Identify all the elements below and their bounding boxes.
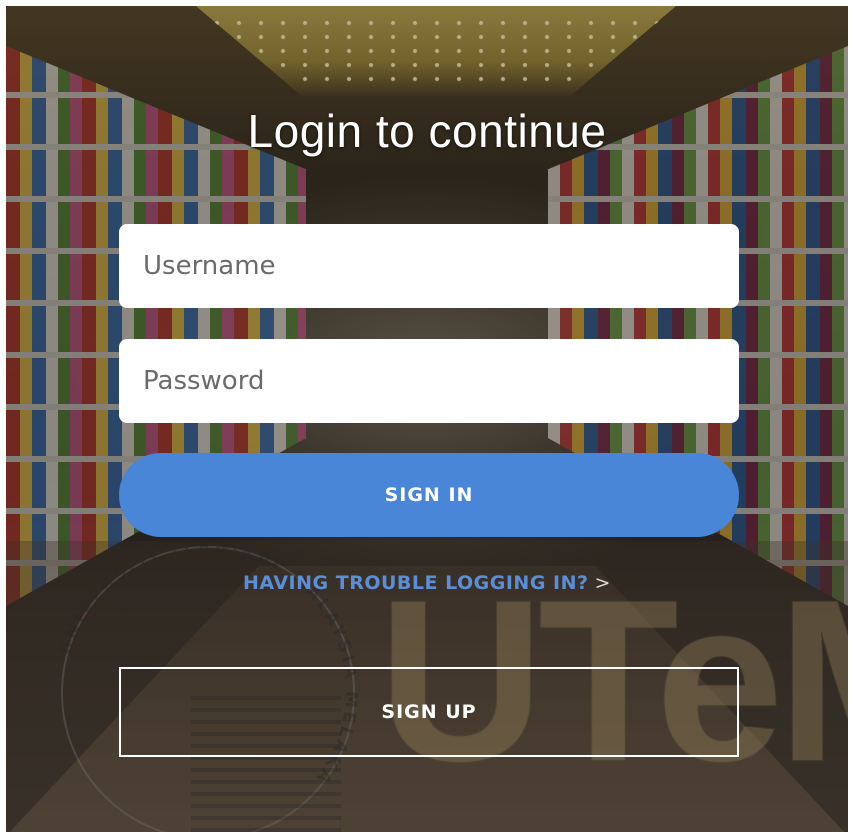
sign-in-button-label: SIGN IN [384, 484, 474, 506]
trouble-logging-in-link[interactable]: HAVING TROUBLE LOGGING IN? > [6, 572, 848, 594]
page-title: Login to continue [247, 105, 607, 157]
login-screen: UNIVERSITI TEKNIKAL MALAYSIA MELAKA UTeM… [6, 6, 848, 832]
username-input[interactable] [119, 224, 739, 308]
login-form: Login to continue SIGN IN HAVING TROUBLE… [6, 6, 848, 832]
sign-in-button[interactable]: SIGN IN [119, 453, 739, 537]
sign-up-button-label: SIGN UP [381, 701, 477, 723]
sign-up-button[interactable]: SIGN UP [119, 667, 739, 757]
trouble-link-label: HAVING TROUBLE LOGGING IN? [243, 572, 589, 594]
chevron-right-icon: > [594, 572, 611, 594]
password-input[interactable] [119, 339, 739, 423]
